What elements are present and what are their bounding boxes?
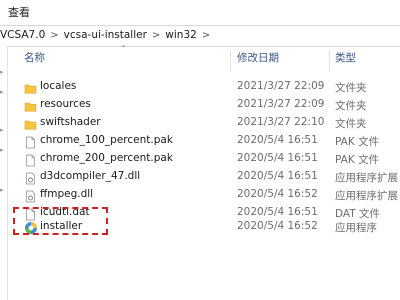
file-name: chrome_200_percent.pak [40,152,173,164]
file-type: 文件夹 [335,82,367,94]
expand-arrow-icon[interactable]: ▸ [0,126,6,134]
file-name: swiftshader [40,116,101,128]
navigation-pane: ▸ ▸ ▸ ▸ ▸ [0,46,8,300]
file-date-modified: 2021/3/27 22:10 [237,116,325,128]
expand-arrow-icon[interactable]: ▸ [0,88,6,96]
column-divider[interactable] [230,50,231,72]
column-divider[interactable] [329,50,330,72]
file-name: locales [40,80,77,92]
file-type: PAK 文件 [335,136,380,148]
file-date-modified: 2020/5/4 16:51 [237,152,318,164]
file-type: 应用程序扩展 [335,172,398,184]
chevron-right-icon: > [151,30,161,41]
file-name: ffmpeg.dll [40,188,94,200]
expand-arrow-icon[interactable]: ▸ [0,68,6,76]
file-row[interactable]: ffmpeg.dll 2020/5/4 16:52 应用程序扩展 [10,186,400,204]
file-row[interactable]: swiftshader 2021/3/27 22:10 文件夹 [10,114,400,132]
file-row[interactable]: chrome_200_percent.pak 2020/5/4 16:51 PAK … [10,150,400,168]
file-name: d3dcompiler_47.dll [40,170,141,182]
file-date-modified: 2020/5/4 16:51 [237,170,318,182]
file-type: PAK 文件 [335,154,380,166]
file-date-modified: 2021/3/27 22:09 [237,98,325,110]
folder-icon [24,116,37,130]
sort-ascending-icon: ⌃ [120,44,127,53]
file-icon [24,152,37,167]
folder-icon [24,98,37,112]
file-date-modified: 2020/5/4 16:52 [237,188,318,200]
file-type: 应用程序扩展 [335,190,398,202]
address-bar[interactable]: VCSA7.0 > vcsa-ui-installer > win32 > [0,25,400,47]
file-row[interactable]: chrome_100_percent.pak 2020/5/4 16:51 PAK … [10,132,400,150]
breadcrumb-item[interactable]: win32 [165,29,197,41]
file-date-modified: 2020/5/4 16:51 [237,206,318,218]
file-name: chrome_100_percent.pak [40,134,173,146]
file-date-modified: 2020/5/4 16:51 [237,134,318,146]
column-header-date[interactable]: 修改日期 [237,50,279,72]
file-row[interactable]: locales 2021/3/27 22:09 文件夹 [10,78,400,96]
highlight-box [13,207,108,235]
file-type: 文件夹 [335,100,367,112]
file-row[interactable]: resources 2021/3/27 22:09 文件夹 [10,96,400,114]
ribbon-tab-view[interactable]: 查看 [8,4,30,20]
column-header-type[interactable]: 类型 [335,50,356,72]
file-name: resources [40,98,91,110]
dll-file-icon [24,188,37,203]
file-date-modified: 2021/3/27 22:09 [237,80,325,92]
column-header-name[interactable]: 名称 [24,50,45,72]
breadcrumb-item[interactable]: VCSA7.0 [0,29,45,41]
file-type: 文件夹 [335,118,367,130]
chevron-right-icon: > [50,30,59,41]
dll-file-icon [24,170,37,185]
breadcrumb: VCSA7.0 > vcsa-ui-installer > win32 > [0,29,215,41]
expand-arrow-icon[interactable]: ▸ [0,146,6,154]
file-icon [24,134,37,149]
folder-icon [24,80,37,94]
expand-arrow-icon[interactable]: ▸ [0,186,6,194]
file-type: 应用程序 [335,222,377,234]
file-row[interactable]: d3dcompiler_47.dll 2020/5/4 16:51 应用程序扩展 [10,168,400,186]
chevron-right-icon: > [201,30,211,41]
breadcrumb-item[interactable]: vcsa-ui-installer [64,29,147,41]
file-date-modified: 2020/5/4 16:52 [237,220,318,232]
ribbon: 查看 [0,0,400,22]
